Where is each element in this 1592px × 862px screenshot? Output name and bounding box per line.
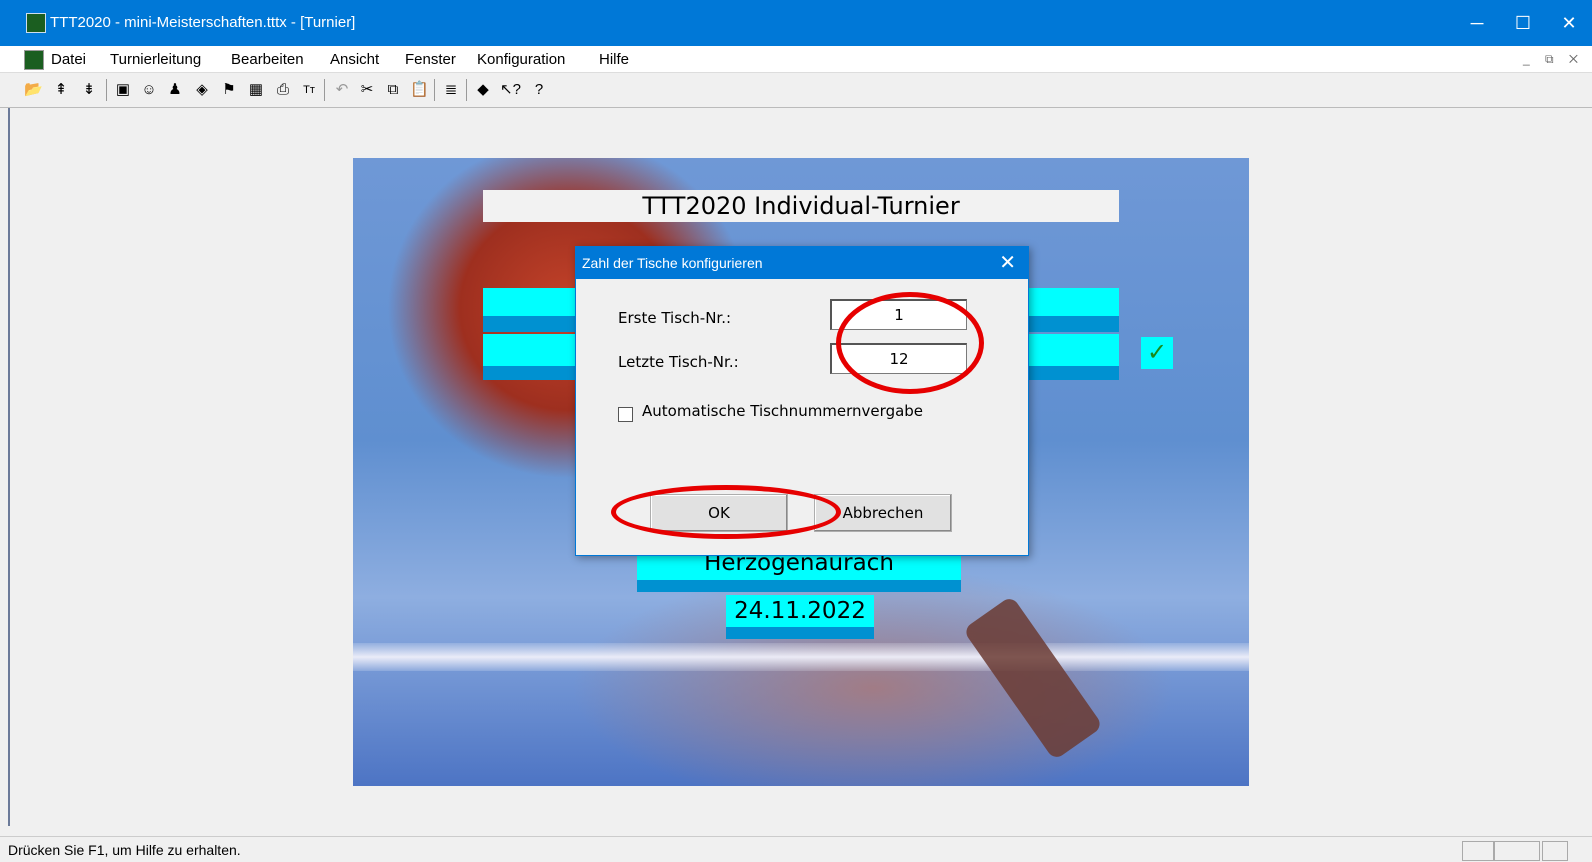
tournament-title: TTT2020 Individual-Turnier	[483, 190, 1119, 222]
dialog-title: Zahl der Tische konfigurieren	[582, 255, 763, 271]
menu-ansicht[interactable]: Ansicht	[330, 51, 379, 68]
copy-icon[interactable]: ⧉	[384, 81, 402, 99]
status-pane-2	[1494, 841, 1540, 861]
maximize-button[interactable]: ☐	[1500, 6, 1546, 40]
title-bar: TTT2020 - mini-Meisterschaften.tttx - [T…	[0, 0, 1592, 46]
app-icon	[26, 13, 46, 33]
first-table-label: Erste Tisch-Nr.:	[618, 309, 732, 327]
auto-numbering-checkbox[interactable]	[618, 407, 633, 422]
status-bar: Drücken Sie F1, um Hilfe zu erhalten.	[0, 836, 1592, 862]
status-pane-3	[1542, 841, 1568, 861]
menu-datei[interactable]: Datei	[51, 51, 86, 68]
info-bar-2-left	[483, 334, 579, 366]
window-icon[interactable]: ▣	[114, 81, 132, 99]
menu-fenster[interactable]: Fenster	[405, 51, 456, 68]
handshake-icon[interactable]: ⚑	[220, 81, 238, 99]
table-config-dialog: Zahl der Tische konfigurieren ✕ Erste Ti…	[575, 246, 1029, 556]
document-icon[interactable]	[24, 50, 44, 70]
first-table-input[interactable]: 1	[830, 299, 967, 330]
toolbar: 📂 ⇞ ⇟ ▣ ☺ ♟ ◈ ⚑ ▦ ⎙ Tᴛ ↶ ✂ ⧉ 📋 ≣ ◆ ↖? ?	[0, 73, 1592, 108]
last-table-input[interactable]: 12	[830, 343, 967, 374]
context-help-icon[interactable]: ↖?	[500, 81, 521, 99]
tree-up-icon[interactable]: ⇞	[52, 81, 70, 99]
dialog-close-icon[interactable]: ✕	[999, 250, 1016, 275]
info-bar-2-right	[1029, 334, 1119, 366]
menu-konfiguration[interactable]: Konfiguration	[477, 51, 565, 68]
auto-numbering-label: Automatische Tischnummernvergabe	[642, 402, 924, 420]
player-icon[interactable]: ☺	[140, 81, 158, 99]
window-title: TTT2020 - mini-Meisterschaften.tttx - [T…	[50, 14, 356, 31]
minimize-button[interactable]: ─	[1454, 6, 1500, 40]
list-icon[interactable]: ≣	[442, 81, 460, 99]
info-bar-1-left	[483, 288, 579, 316]
cut-icon[interactable]: ✂	[358, 81, 376, 99]
menu-hilfe[interactable]: Hilfe	[599, 51, 629, 68]
mdi-controls[interactable]: _ ⧉ ✕	[1523, 52, 1584, 67]
last-table-label: Letzte Tisch-Nr.:	[618, 353, 739, 371]
paste-icon[interactable]: 📋	[410, 81, 429, 99]
book-icon[interactable]: ◆	[474, 81, 492, 99]
help-icon[interactable]: ?	[530, 81, 548, 99]
status-pane-1	[1462, 841, 1494, 861]
cancel-button[interactable]: Abbrechen	[814, 494, 952, 532]
print-icon[interactable]: ⎙	[274, 81, 292, 99]
menu-turnierleitung[interactable]: Turnierleitung	[110, 51, 201, 68]
font-size-icon[interactable]: Tᴛ	[300, 81, 318, 99]
tournament-date: 24.11.2022	[726, 595, 874, 627]
box-icon[interactable]: ◈	[193, 81, 211, 99]
menu-bearbeiten[interactable]: Bearbeiten	[231, 51, 304, 68]
check-icon: ✓	[1141, 337, 1173, 369]
tree-down-icon[interactable]: ⇟	[80, 81, 98, 99]
menu-bar: Datei Turnierleitung Bearbeiten Ansicht …	[0, 46, 1592, 73]
open-icon[interactable]: 📂	[24, 81, 43, 99]
close-button[interactable]: ✕	[1546, 6, 1592, 40]
ok-button[interactable]: OK	[650, 494, 788, 532]
info-bar-1-right	[1029, 288, 1119, 316]
group-icon[interactable]: ♟	[166, 81, 184, 99]
undo-icon[interactable]: ↶	[333, 81, 351, 99]
dialog-titlebar: Zahl der Tische konfigurieren ✕	[576, 247, 1028, 279]
calendar-icon[interactable]: ▦	[247, 81, 265, 99]
status-text: Drücken Sie F1, um Hilfe zu erhalten.	[8, 842, 241, 858]
